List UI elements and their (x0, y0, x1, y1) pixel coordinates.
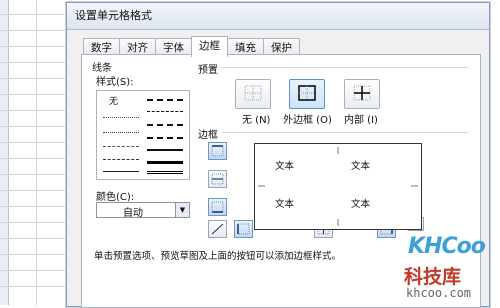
tab-border[interactable]: 边框 (191, 36, 228, 57)
border-title: 边框 (198, 130, 218, 141)
tab-bar: 数字 对齐 字体 边框 填充 保护 (83, 36, 300, 57)
preset-none-button[interactable] (235, 79, 271, 109)
line-style-hair[interactable] (103, 117, 139, 118)
preset-none-icon (244, 85, 262, 101)
diagonal-up-icon (211, 223, 224, 235)
line-style-medium-dash[interactable] (147, 137, 183, 139)
preset-inside-button[interactable] (344, 79, 380, 109)
preview-cell-text: 文本 (275, 161, 295, 172)
color-label: 颜色(C): (96, 192, 135, 203)
border-top-button[interactable] (208, 142, 227, 160)
line-style-medium[interactable] (147, 149, 183, 151)
preview-cell-text: 文本 (351, 199, 371, 210)
line-group-title: 线条 (92, 63, 112, 74)
border-top-icon (211, 145, 224, 157)
preset-outline-icon (298, 85, 316, 101)
preset-inside-icon (353, 85, 371, 101)
border-bottom-button[interactable] (208, 198, 227, 216)
preset-none-label: 无 (N) (242, 115, 271, 126)
preview-grid (258, 147, 418, 226)
border-inner-horizontal-icon (211, 173, 224, 185)
preview-cell-text: 文本 (351, 161, 371, 172)
preset-outline-button[interactable] (289, 79, 325, 109)
presets-title: 预置 (198, 65, 218, 76)
line-style-double[interactable] (147, 171, 183, 174)
line-style-dotted[interactable] (103, 132, 139, 133)
preview-cell-text: 文本 (275, 199, 295, 210)
line-style-none[interactable]: 无 (109, 94, 118, 107)
style-label: 样式(S): (96, 77, 134, 88)
color-value: 自动 (123, 208, 143, 219)
hint-text: 单击预置选项、预览草图及上面的按钮可以添加边框样式。 (94, 251, 342, 262)
border-left-icon (237, 223, 250, 235)
border-preview[interactable]: 文本 文本 文本 文本 (254, 143, 422, 230)
line-style-thick[interactable] (147, 161, 183, 164)
dropdown-arrow-icon[interactable]: ▼ (175, 203, 189, 217)
watermark-url: khcoo.com (406, 286, 472, 300)
line-style-medium-dash-dot[interactable] (147, 124, 183, 126)
watermark-brand: KHCoo (408, 234, 486, 259)
border-inner-horizontal-button[interactable] (208, 170, 227, 188)
border-bottom-icon (211, 201, 224, 213)
border-diagonal-up-button[interactable] (208, 220, 227, 238)
watermark-name: 科技库 (404, 266, 462, 288)
preset-outline-label: 外边框 (O) (283, 115, 332, 126)
border-left-button[interactable] (234, 220, 253, 238)
line-style-list[interactable]: 无 (96, 90, 190, 180)
presets-divider (222, 67, 468, 68)
line-style-slanted-dash-dot[interactable] (147, 111, 183, 112)
line-style-dash-dot-dot[interactable] (103, 146, 139, 147)
border-divider (222, 132, 468, 133)
preset-inside-label: 内部 (I) (344, 115, 378, 126)
dialog-title: 设置单元格格式 (67, 3, 489, 30)
color-select[interactable]: 自动 ▼ (96, 202, 190, 219)
line-style-dash[interactable] (103, 159, 139, 160)
line-style-medium-dash-dot-dot[interactable] (147, 99, 183, 101)
khcoo-watermark: KHCoo 科技库 khcoo.com (396, 228, 496, 303)
line-style-thin[interactable] (103, 171, 139, 172)
